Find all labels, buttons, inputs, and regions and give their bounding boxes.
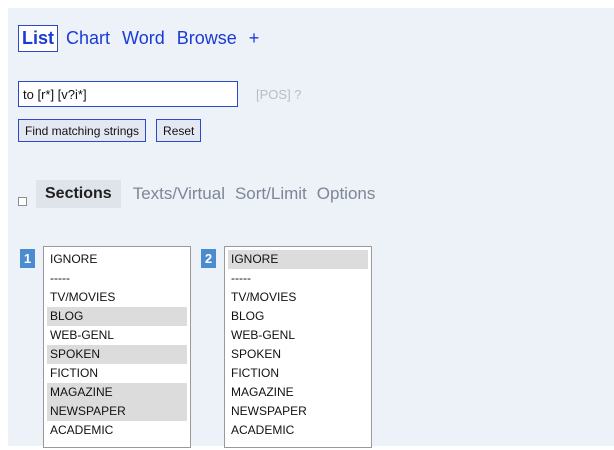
search-input[interactable] [18,81,238,107]
list-option[interactable]: WEB-GENL [228,326,368,345]
section-number-badge-1: 1 [20,249,35,268]
tab-list[interactable]: List [18,24,59,52]
find-matching-strings-button[interactable]: Find matching strings [18,119,147,142]
list-option[interactable]: BLOG [47,307,187,326]
tab-browse[interactable]: Browse [177,28,237,49]
tab-word[interactable]: Word [122,28,165,49]
tab-sections[interactable]: Sections [36,180,121,208]
list-option[interactable]: MAGAZINE [47,383,187,402]
list-option[interactable]: NEWSPAPER [47,402,187,421]
list-option[interactable]: BLOG [228,307,368,326]
pos-link[interactable]: [POS] ? [256,87,302,102]
list-option[interactable]: IGNORE [228,250,368,269]
list-option[interactable]: SPOKEN [228,345,368,364]
list-option[interactable]: NEWSPAPER [228,402,368,421]
list-option[interactable]: ACADEMIC [47,421,187,440]
list-option[interactable]: WEB-GENL [47,326,187,345]
list-option[interactable]: ACADEMIC [228,421,368,440]
tab-texts-virtual[interactable]: Texts/Virtual [133,184,225,204]
tab-options[interactable]: Options [317,184,376,204]
list-option[interactable]: IGNORE [47,250,187,269]
list-option[interactable]: TV/MOVIES [228,288,368,307]
section-number-badge-2: 2 [201,249,216,268]
section-listbox-2[interactable]: IGNORE ----- TV/MOVIES BLOG WEB-GENL SPO… [224,246,372,448]
list-option[interactable]: SPOKEN [47,345,187,364]
sections-checkbox[interactable] [18,196,27,206]
section-listbox-1[interactable]: IGNORE ----- TV/MOVIES BLOG WEB-GENL SPO… [43,246,191,448]
list-option[interactable]: ----- [47,269,187,288]
section-list-2-group: 2 IGNORE ----- TV/MOVIES BLOG WEB-GENL S… [201,246,372,448]
button-row: Find matching strings Reset [18,119,211,142]
list-option[interactable]: FICTION [228,364,368,383]
search-panel: List Chart Word Browse + [POS] ? Find ma… [8,8,614,448]
reset-button[interactable]: Reset [156,119,202,142]
search-row: [POS] ? [18,81,302,107]
list-option[interactable]: FICTION [47,364,187,383]
section-list-1-group: 1 IGNORE ----- TV/MOVIES BLOG WEB-GENL S… [20,246,191,448]
list-option[interactable]: ----- [228,269,368,288]
sections-bar: Sections Texts/Virtual Sort/Limit Option… [18,180,385,208]
tab-sort-limit[interactable]: Sort/Limit [235,184,307,204]
tab-chart[interactable]: Chart [66,28,110,49]
tab-plus[interactable]: + [249,28,260,49]
list-option[interactable]: MAGAZINE [228,383,368,402]
main-tabs: List Chart Word Browse + [18,23,271,53]
list-option[interactable]: TV/MOVIES [47,288,187,307]
